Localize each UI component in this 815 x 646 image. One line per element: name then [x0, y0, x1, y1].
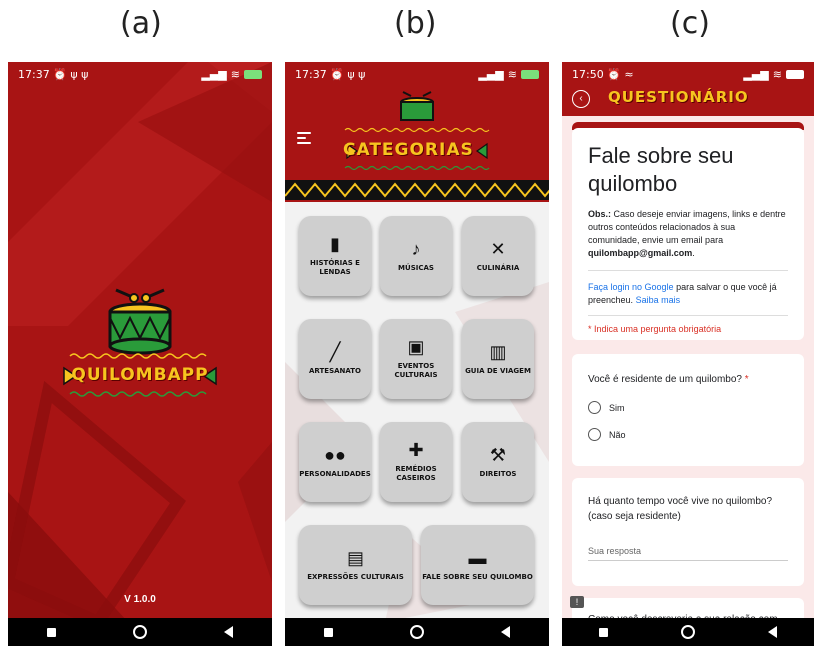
radio-option-sim[interactable]: Sim [588, 401, 788, 414]
utensils-icon: ✕ [490, 238, 506, 259]
question-residence: Você é residente de um quilombo? [588, 374, 742, 385]
radio-button[interactable] [588, 401, 601, 414]
book-icon: ▮ [330, 234, 340, 254]
required-note: * Indica uma pergunta obrigatória [588, 315, 788, 334]
questionnaire-screen: 17:50 ⏰ ≈ ▂▄▆ ≋ ‹ QUESTIONÁRIO Fale sobre… [562, 62, 814, 646]
wifi-icon: ≋ [230, 67, 240, 81]
category-tile[interactable]: ✕ CULINÁRIA [462, 216, 534, 296]
people-icon: ●● [324, 444, 346, 465]
categories-title: CATEGORIAS [343, 140, 474, 160]
feedback-icon[interactable]: ! [570, 596, 584, 608]
version-label: V 1.0.0 [124, 594, 156, 605]
id-card-icon: ▤ [346, 547, 364, 568]
category-tile[interactable]: ▬ FALE SOBRE SEU QUILOMBO [421, 525, 534, 605]
obs-label: Obs.: [588, 209, 612, 219]
google-login-link[interactable]: Faça login no Google [588, 282, 674, 292]
category-label: PERSONALIDADES [299, 469, 371, 478]
wifi-icon: ≋ [772, 67, 782, 81]
required-mark: * [744, 374, 749, 385]
panel-label-b: (b) [394, 6, 437, 41]
brush-icon: ╱ [329, 341, 341, 362]
answer-input[interactable]: Sua resposta [588, 546, 788, 561]
category-label: HISTÓRIAS E LENDAS [310, 259, 360, 276]
status-icons: ⏰ ψ ψ [53, 67, 89, 81]
question-card-time: Há quanto tempo você vive no quilombo? (… [572, 478, 804, 586]
categories-screen: 17:37 ⏰ ψ ψ ▂▄▆ ≋ CATEGORIAS ▮ HISTÓRIAS E… [285, 62, 549, 646]
header-drum-logo [344, 91, 490, 171]
category-tile[interactable]: ▤ EXPRESSÕES CULTURAIS [299, 525, 412, 605]
home-button[interactable] [680, 625, 695, 639]
form-description: Obs.: Caso deseje enviar imagens, links … [588, 209, 786, 258]
category-tile[interactable]: ●● PERSONALIDADES [299, 422, 371, 502]
system-nav-bar [562, 618, 814, 646]
form-header-card: Fale sobre seu quilombo Obs.: Caso desej… [572, 128, 804, 340]
recents-button[interactable] [46, 627, 56, 637]
category-label: MÚSICAS [398, 263, 434, 272]
question-time: Há quanto tempo você vive no quilombo? (… [588, 496, 773, 522]
category-tile[interactable]: ✚ REMÉDIOS CASEIROS [380, 422, 452, 502]
system-nav-bar [285, 618, 549, 646]
recents-button[interactable] [323, 627, 333, 637]
back-button[interactable] [224, 626, 234, 638]
app-name: QUILOMBAPP [71, 365, 209, 385]
category-label: CULINÁRIA [476, 263, 520, 272]
recents-button[interactable] [598, 627, 608, 637]
category-label: REMÉDIOS CASEIROS [395, 465, 437, 482]
category-tile[interactable]: ▣ EVENTOS CULTURAIS [380, 319, 452, 399]
panel-label-c: (c) [670, 6, 710, 41]
contact-email: quilombapp@gmail.com [588, 248, 693, 258]
login-notice: Faça login no Google para salvar o que v… [588, 270, 788, 307]
battery-icon [786, 69, 804, 79]
obs-text: Caso deseje enviar imagens, links e dent… [588, 209, 786, 245]
category-tile[interactable]: ╱ ARTESANATO [299, 319, 371, 399]
category-label: ARTESANATO [309, 366, 361, 375]
buildings-icon: ▥ [489, 341, 507, 362]
category-label: EXPRESSÕES CULTURAIS [307, 572, 404, 581]
radio-option-nao[interactable]: Não [588, 428, 788, 441]
medical-kit-icon: ✚ [408, 440, 424, 460]
signal-icon: ▂▄▆ [743, 67, 769, 81]
splash-screen: 17:37 ⏰ ψ ψ ▂▄▆ ≋ QUILOMBAPP V 1.0.0 [8, 62, 272, 646]
questionnaire-title: QUESTIONÁRIO [608, 88, 749, 106]
category-label: DIREITOS [479, 469, 517, 478]
category-tile[interactable]: ♪ MÚSICAS [380, 216, 452, 296]
back-arrow-icon[interactable]: ‹ [572, 90, 590, 108]
category-label: EVENTOS CULTURAIS [394, 362, 438, 379]
panel-label-a: (a) [120, 6, 162, 41]
category-tile[interactable]: ⚒ DIREITOS [462, 422, 534, 502]
status-time: 17:50 [572, 67, 604, 81]
music-note-icon: ♪ [411, 238, 421, 259]
calendar-icon: ▣ [407, 337, 425, 357]
category-label: FALE SOBRE SEU QUILOMBO [422, 572, 533, 581]
status-bar: 17:50 ⏰ ≈ ▂▄▆ ≋ [562, 62, 814, 86]
question-card-residence: Você é residente de um quilombo? * Sim N… [572, 354, 804, 466]
home-button[interactable] [409, 625, 424, 639]
radio-button[interactable] [588, 428, 601, 441]
category-tile[interactable]: ▮ HISTÓRIAS E LENDAS [299, 216, 371, 296]
signal-icon: ▂▄▆ [201, 67, 227, 81]
learn-more-link[interactable]: Saiba mais [636, 295, 681, 305]
battery-icon [244, 69, 262, 79]
status-bar: 17:37 ⏰ ψ ψ ▂▄▆ ≋ [8, 62, 272, 86]
chat-icon: ▬ [468, 547, 487, 568]
home-button[interactable] [132, 625, 147, 639]
gavel-icon: ⚒ [489, 444, 507, 465]
form-title: Fale sobre seu quilombo [588, 143, 734, 196]
back-button[interactable] [501, 626, 511, 638]
category-tile[interactable]: ▥ GUIA DE VIAGEM [462, 319, 534, 399]
status-icons: ⏰ ≈ [607, 67, 634, 81]
system-nav-bar [8, 618, 272, 646]
category-label: GUIA DE VIAGEM [465, 366, 531, 375]
status-time: 17:37 [18, 67, 50, 81]
zigzag-border [285, 180, 549, 200]
back-button[interactable] [768, 626, 778, 638]
